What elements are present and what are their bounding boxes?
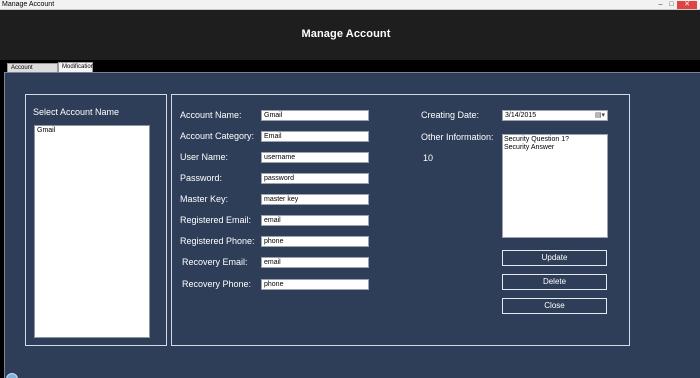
select-account-label: Select Account Name [33,107,120,117]
close-button[interactable]: Close [502,298,607,314]
close-window-icon[interactable]: ✕ [677,1,697,9]
window-titlebar: Manage Account – □ ✕ [0,0,700,10]
app-header: Manage Account [0,10,700,60]
minimize-icon[interactable]: – [655,1,666,9]
recovery-email-label: Recovery Email: [182,257,248,267]
user-name-field[interactable]: username [261,152,369,163]
registered-email-field[interactable]: email [261,215,369,226]
creating-date-label: Creating Date: [421,110,480,120]
info-line: Security Answer [504,144,555,151]
master-key-field[interactable]: master key [261,194,369,205]
info-line: Security Question 1? [504,136,569,143]
creating-date-value: 3/14/2015 [505,112,537,119]
app-status-icon [6,373,18,378]
maximize-icon[interactable]: □ [666,1,677,9]
other-information-textarea[interactable]: Security Question 1? Security Answer [502,134,608,238]
registered-phone-label: Registered Phone: [180,236,255,246]
recovery-phone-label: Recovery Phone: [182,279,252,289]
registered-email-label: Registered Email: [180,215,252,225]
page-title: Manage Account [301,28,391,40]
account-category-field[interactable]: Email [261,131,369,142]
account-details-group: Account Name: Gmail Account Category: Em… [171,94,630,346]
update-button[interactable]: Update [502,250,607,266]
other-information-label: Other Information: [421,132,494,142]
list-item[interactable]: Gmail [35,126,149,135]
user-name-label: User Name: [180,152,229,162]
account-name-field[interactable]: Gmail [261,110,369,121]
other-information-count: 10 [423,153,434,163]
recovery-phone-field[interactable]: phone [261,279,369,290]
registered-phone-field[interactable]: phone [261,236,369,247]
creating-date-picker[interactable]: 3/14/2015 ▤▾ [502,110,608,121]
modification-panel: Select Account Name Gmail Account Name: … [4,72,700,378]
account-category-label: Account Category: [180,131,255,141]
master-key-label: Master Key: [180,194,229,204]
tab-strip [0,60,700,72]
account-listbox[interactable]: Gmail [34,125,150,338]
password-label: Password: [180,173,223,183]
password-field[interactable]: password [261,173,369,184]
account-list-group: Select Account Name Gmail [25,94,167,346]
recovery-email-field[interactable]: email [261,257,369,268]
calendar-dropdown-icon[interactable]: ▤▾ [595,111,605,120]
account-name-label: Account Name: [180,110,242,120]
window-title: Manage Account [2,1,55,8]
delete-button[interactable]: Delete [502,274,607,290]
